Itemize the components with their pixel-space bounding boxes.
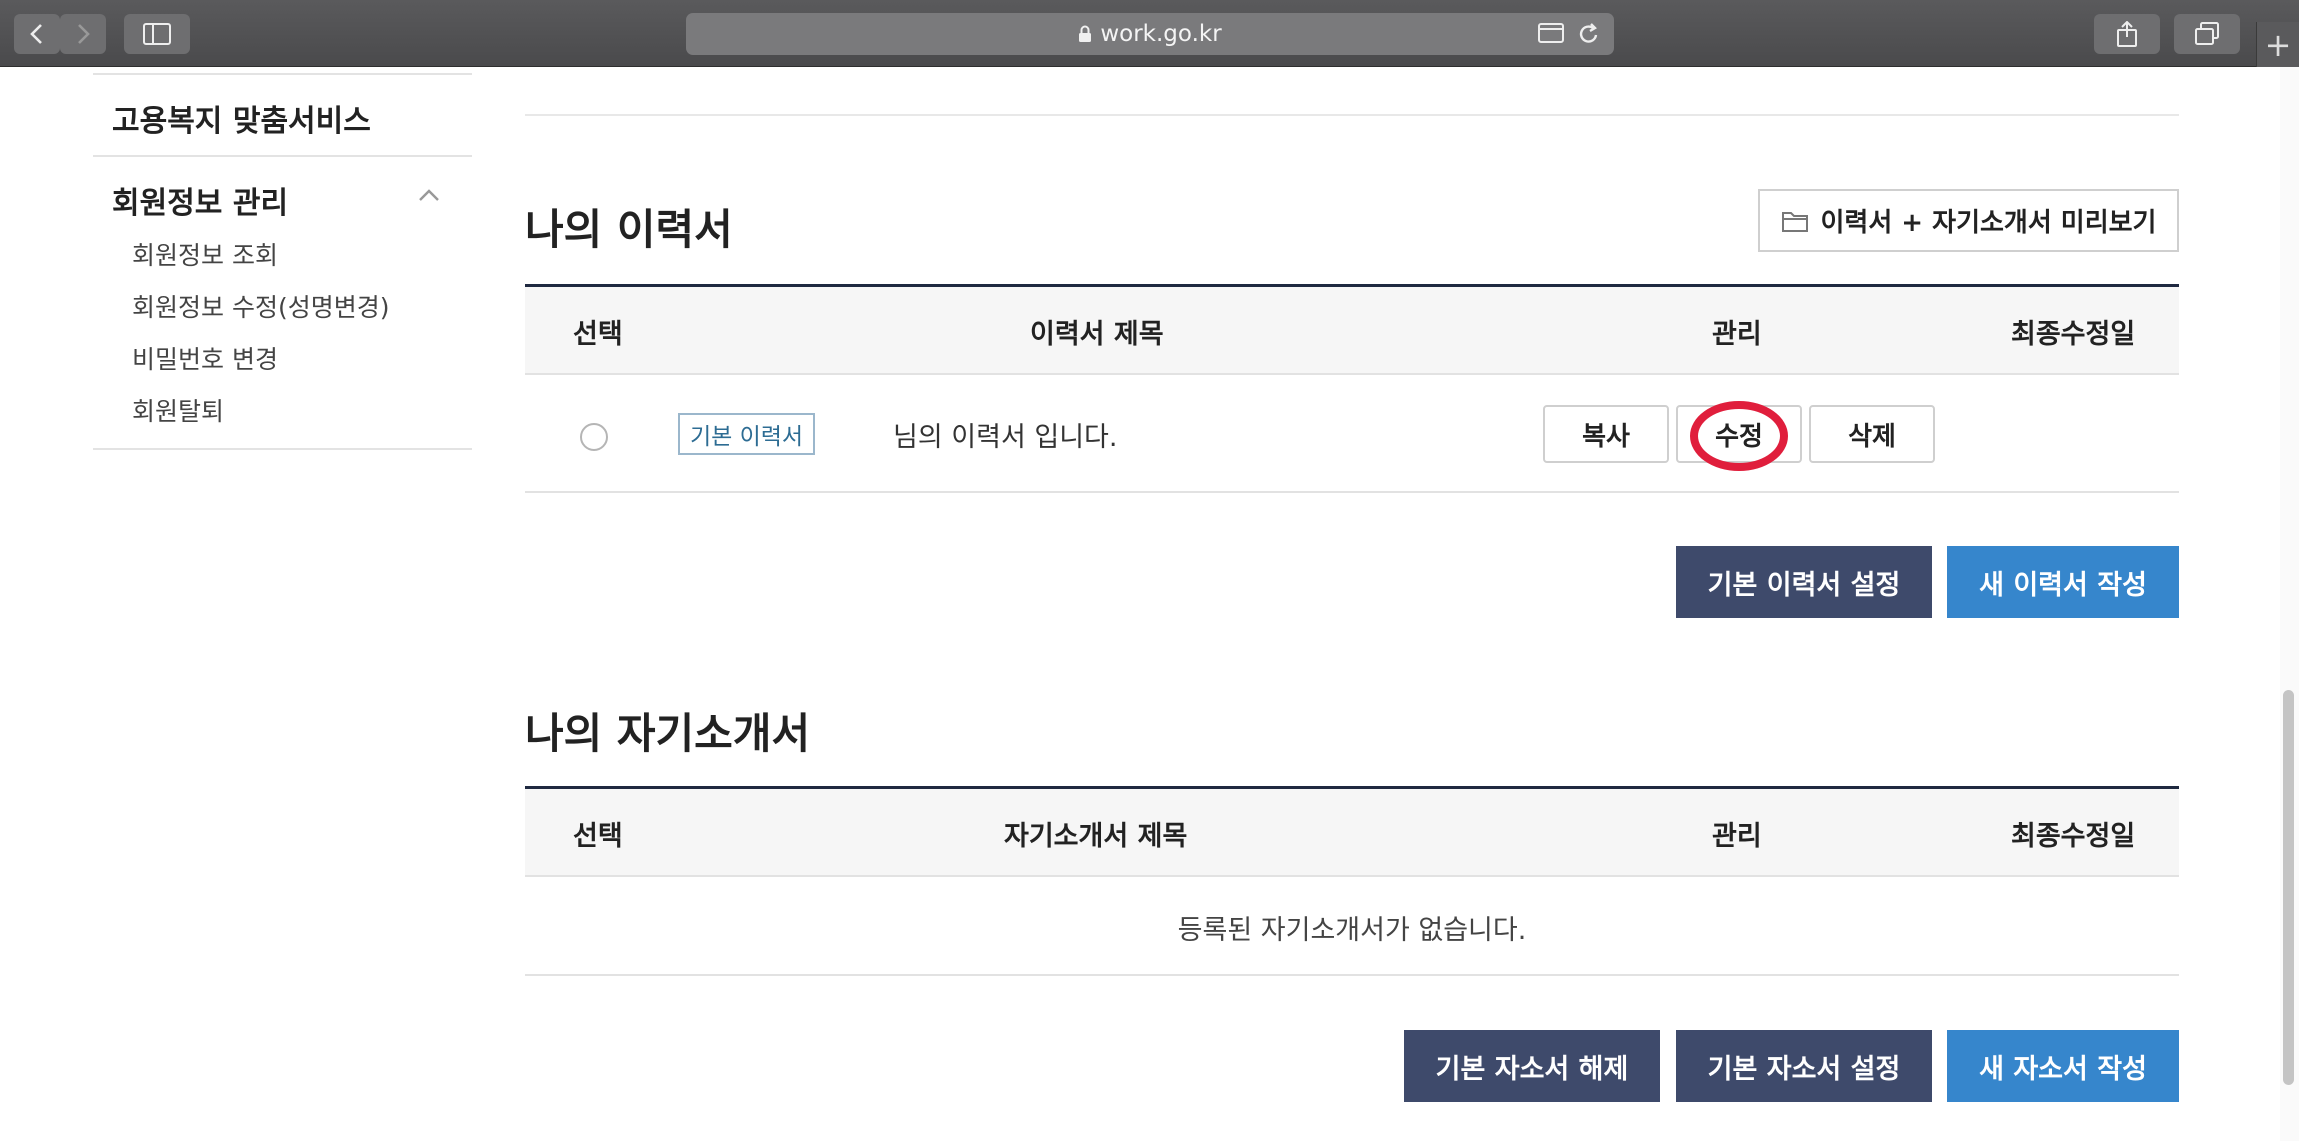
resume-select-radio[interactable] xyxy=(580,423,608,451)
column-title: 이력서 제목 xyxy=(1030,318,1164,350)
sidebar-section-member-info[interactable]: 회원정보 관리 xyxy=(112,178,288,222)
copy-button[interactable]: 복사 xyxy=(1543,405,1669,463)
intro-table-header: 선택 자기소개서 제목 관리 최종수정일 xyxy=(525,789,2179,877)
resume-heading: 나의 이력서 xyxy=(525,205,733,254)
sidebar-item-withdraw[interactable]: 회원탈퇴 xyxy=(132,392,224,428)
intro-heading: 나의 자기소개서 xyxy=(525,709,811,758)
share-button[interactable] xyxy=(2094,14,2160,54)
chevron-up-icon[interactable] xyxy=(418,188,440,202)
url-text: work.go.kr xyxy=(1100,21,1222,47)
forward-button[interactable] xyxy=(60,14,106,54)
chevron-right-icon xyxy=(78,24,90,44)
sidebar-icon xyxy=(143,23,171,45)
plus-icon: + xyxy=(2264,25,2292,64)
preview-button-label: 이력서 + 자기소개서 미리보기 xyxy=(1820,208,2157,238)
chevron-left-icon xyxy=(30,24,42,44)
reader-icon[interactable] xyxy=(1538,22,1564,44)
resume-table-header: 선택 이력서 제목 관리 최종수정일 xyxy=(525,287,2179,375)
column-manage: 관리 xyxy=(1712,318,1762,350)
delete-button[interactable]: 삭제 xyxy=(1809,405,1935,463)
share-icon xyxy=(2117,21,2137,47)
sidebar-divider xyxy=(93,155,472,157)
column-title: 자기소개서 제목 xyxy=(1004,820,1188,852)
column-select: 선택 xyxy=(573,318,623,350)
new-intro-button[interactable]: 새 자소서 작성 xyxy=(1947,1030,2179,1102)
set-default-intro-button[interactable]: 기본 자소서 설정 xyxy=(1676,1030,1932,1102)
resume-title-link[interactable]: 님의 이력서 입니다. xyxy=(893,414,1117,454)
address-bar[interactable]: work.go.kr xyxy=(686,13,1614,55)
set-default-resume-button[interactable]: 기본 이력서 설정 xyxy=(1676,546,1932,618)
sidebar-item-view-member-info[interactable]: 회원정보 조회 xyxy=(132,236,278,272)
sidebar-item-edit-member-info[interactable]: 회원정보 수정(성명변경) xyxy=(132,288,389,324)
sidebar-item-change-password[interactable]: 비밀번호 변경 xyxy=(132,340,278,376)
empty-intro-message: 등록된 자기소개서가 없습니다. xyxy=(1177,914,1527,946)
tabs-icon xyxy=(2195,22,2219,45)
reload-icon[interactable] xyxy=(1578,22,1600,46)
column-updated: 최종수정일 xyxy=(2011,318,2136,350)
lock-icon xyxy=(1079,25,1092,42)
scrollbar-thumb[interactable] xyxy=(2283,690,2294,1085)
preview-button[interactable]: 이력서 + 자기소개서 미리보기 xyxy=(1758,189,2179,252)
column-select: 선택 xyxy=(573,820,623,852)
sidebar-toggle-button[interactable] xyxy=(124,14,190,54)
new-resume-button[interactable]: 새 이력서 작성 xyxy=(1947,546,2179,618)
back-button[interactable] xyxy=(14,14,60,54)
edit-button[interactable]: 수정 xyxy=(1676,405,1802,463)
sidebar-divider xyxy=(93,73,472,75)
tabs-overview-button[interactable] xyxy=(2174,14,2240,54)
section-divider xyxy=(525,114,2179,116)
new-tab-button[interactable]: + xyxy=(2256,22,2299,67)
column-updated: 최종수정일 xyxy=(2011,820,2136,852)
sidebar-title[interactable]: 고용복지 맞춤서비스 xyxy=(112,96,371,140)
unset-default-intro-button[interactable]: 기본 자소서 해제 xyxy=(1404,1030,1660,1102)
browser-toolbar: work.go.kr + xyxy=(0,0,2299,67)
default-resume-badge: 기본 이력서 xyxy=(678,413,815,455)
folder-icon xyxy=(1781,211,1808,232)
column-manage: 관리 xyxy=(1712,820,1762,852)
sidebar-divider xyxy=(93,448,472,450)
